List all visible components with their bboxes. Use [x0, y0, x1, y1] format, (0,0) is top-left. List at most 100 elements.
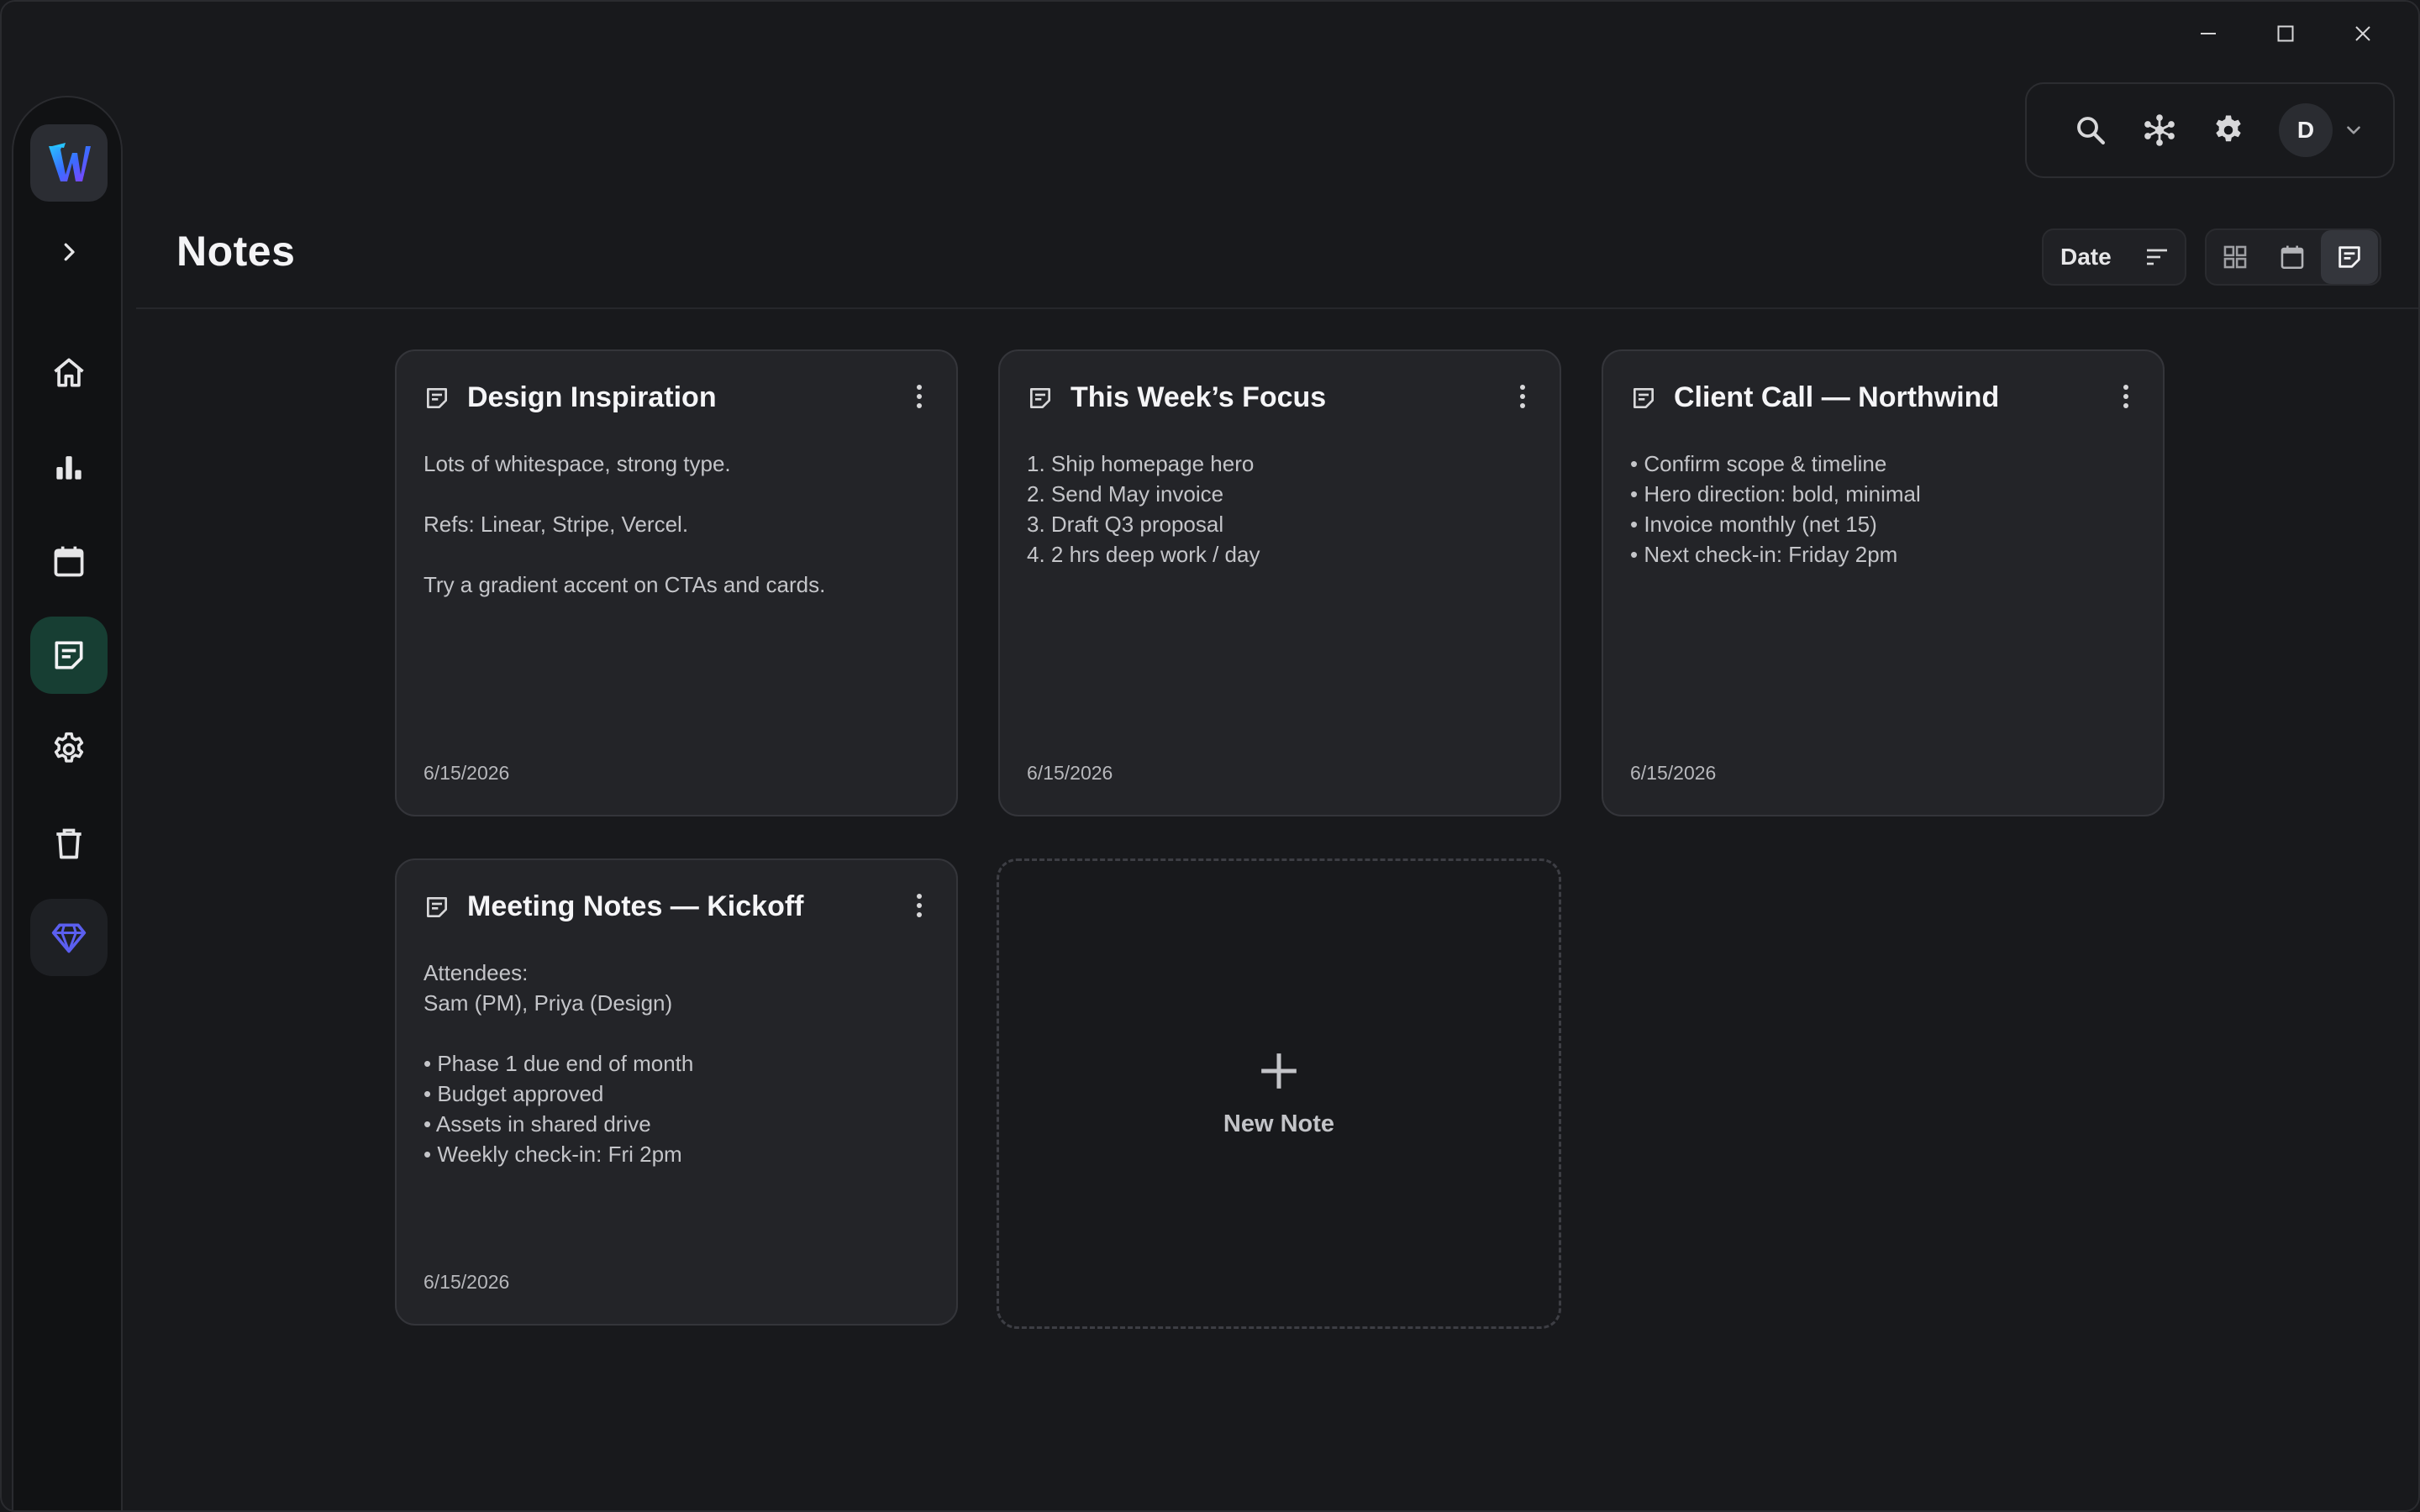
note-icon: [427, 896, 447, 917]
note-date: 6/15/2026: [424, 762, 510, 784]
window-controls: [2170, 15, 2402, 52]
note-body: 1. Ship homepage hero 2. Send May invoic…: [1027, 449, 1539, 570]
note-card-header: Design Inspiration: [424, 381, 717, 414]
diamond-icon: [51, 923, 87, 953]
note-card[interactable]: Meeting Notes — Kickoff Attendees: Sam (…: [395, 858, 958, 1326]
app-logo[interactable]: [30, 124, 108, 202]
note-line: • Assets in shared drive: [424, 1111, 651, 1137]
note-line: [424, 539, 936, 570]
note-title: Design Inspiration: [467, 381, 717, 413]
note-date: 6/15/2026: [424, 1271, 510, 1293]
grid-view-button[interactable]: [2207, 230, 2264, 284]
gear-icon: [2216, 115, 2241, 142]
home-icon: [54, 358, 84, 387]
note-body: Lots of whitespace, strong type. Refs: L…: [424, 449, 936, 600]
note-menu-button[interactable]: [1511, 380, 1534, 413]
calendar-view-button[interactable]: [2264, 230, 2321, 284]
note-line: • Budget approved: [424, 1081, 604, 1106]
sidebar-item-trash[interactable]: [30, 805, 108, 882]
network-graph-icon: [2144, 114, 2175, 146]
graph-button[interactable]: [2139, 110, 2180, 150]
note-icon: [1634, 387, 1654, 408]
app-logo-icon: [49, 143, 91, 181]
note-date: 6/15/2026: [1630, 762, 1717, 784]
note-icon: [427, 387, 447, 408]
sidebar-item-home[interactable]: [30, 334, 108, 412]
note-line: 4. 2 hrs deep work / day: [1027, 542, 1260, 567]
calendar-icon: [2281, 245, 2304, 270]
more-vertical-icon: [2123, 385, 2128, 408]
note-card[interactable]: This Week’s Focus 1. Ship homepage hero …: [998, 349, 1561, 816]
trash-icon: [56, 828, 82, 859]
note-line: 1. Ship homepage hero: [1027, 451, 1255, 476]
note-card[interactable]: Design Inspiration Lots of whitespace, s…: [395, 349, 958, 816]
note-line: [424, 479, 936, 509]
search-icon: [2077, 117, 2105, 144]
plus-icon: [1261, 1053, 1297, 1089]
sidebar-item-notes[interactable]: [30, 617, 108, 694]
minimize-button[interactable]: [2170, 15, 2247, 52]
note-body: • Confirm scope & timeline • Hero direct…: [1630, 449, 2143, 570]
sidebar-item-settings[interactable]: [30, 711, 108, 788]
close-button[interactable]: [2324, 15, 2402, 52]
note-menu-button[interactable]: [2114, 380, 2138, 413]
note-date: 6/15/2026: [1027, 762, 1113, 784]
note-body: Attendees: Sam (PM), Priya (Design) • Ph…: [424, 958, 936, 1169]
settings-button[interactable]: [2208, 110, 2249, 150]
sidebar: [12, 96, 123, 1510]
note-line: • Invoice monthly (net 15): [1630, 512, 1877, 537]
notes-view-button[interactable]: [2321, 230, 2378, 284]
note-card-header: Meeting Notes — Kickoff: [424, 890, 803, 923]
note-line: • Phase 1 due end of month: [424, 1051, 694, 1076]
note-card[interactable]: Client Call — Northwind • Confirm scope …: [1602, 349, 2165, 816]
more-vertical-icon: [917, 894, 922, 917]
note-line: 3. Draft Q3 proposal: [1027, 512, 1224, 537]
chevron-down-icon: [2347, 126, 2360, 134]
close-icon: [2355, 26, 2370, 41]
note-line: Sam (PM), Priya (Design): [424, 990, 673, 1016]
note-menu-button[interactable]: [908, 380, 931, 413]
note-title: Meeting Notes — Kickoff: [467, 890, 804, 922]
more-vertical-icon: [917, 385, 922, 408]
note-card-header: Client Call — Northwind: [1630, 381, 1999, 414]
maximize-button[interactable]: [2247, 15, 2324, 52]
new-note-label: New Note: [1223, 1110, 1335, 1137]
top-toolbar: D: [2025, 82, 2395, 178]
note-icon: [1030, 387, 1050, 408]
sidebar-item-stats[interactable]: [30, 428, 108, 506]
calendar-icon: [54, 546, 84, 577]
bar-chart-icon: [56, 456, 82, 480]
note-line: • Hero direction: bold, minimal: [1630, 481, 1921, 507]
note-line: • Weekly check-in: Fri 2pm: [424, 1142, 682, 1167]
note-line: [424, 1018, 936, 1048]
note-line: 2. Send May invoice: [1027, 481, 1224, 507]
sort-label: Date: [2060, 244, 2112, 270]
chevron-right-icon: [64, 243, 75, 261]
sidebar-item-premium[interactable]: [30, 899, 108, 976]
avatar: D: [2279, 103, 2333, 157]
note-icon: [2338, 246, 2360, 268]
account-menu[interactable]: D: [2279, 103, 2365, 157]
search-button[interactable]: [2070, 110, 2111, 150]
new-note-button[interactable]: New Note: [997, 858, 1561, 1329]
note-line: Refs: Linear, Stripe, Vercel.: [424, 512, 689, 537]
page-title: Notes: [176, 228, 296, 275]
grid-icon: [2223, 245, 2247, 269]
note-line: Attendees:: [424, 960, 529, 985]
note-title: This Week’s Focus: [1071, 381, 1327, 413]
sort-button[interactable]: Date: [2042, 228, 2186, 286]
sidebar-item-calendar[interactable]: [30, 522, 108, 600]
sort-icon: [2146, 249, 2167, 265]
note-line: • Confirm scope & timeline: [1630, 451, 1887, 476]
minimize-icon: [2201, 33, 2216, 34]
view-toggle: [2205, 228, 2381, 286]
note-menu-button[interactable]: [908, 889, 931, 922]
note-line: Lots of whitespace, strong type.: [424, 451, 731, 476]
app-window: D Notes Date Design Inspiration Lots of …: [0, 0, 2420, 1512]
maximize-icon: [2277, 25, 2294, 42]
gear-icon: [54, 732, 84, 763]
header-divider: [136, 307, 2418, 309]
note-line: Try a gradient accent on CTAs and cards.: [424, 572, 826, 597]
sidebar-expand-button[interactable]: [40, 223, 97, 281]
note-card-header: This Week’s Focus: [1027, 381, 1326, 414]
